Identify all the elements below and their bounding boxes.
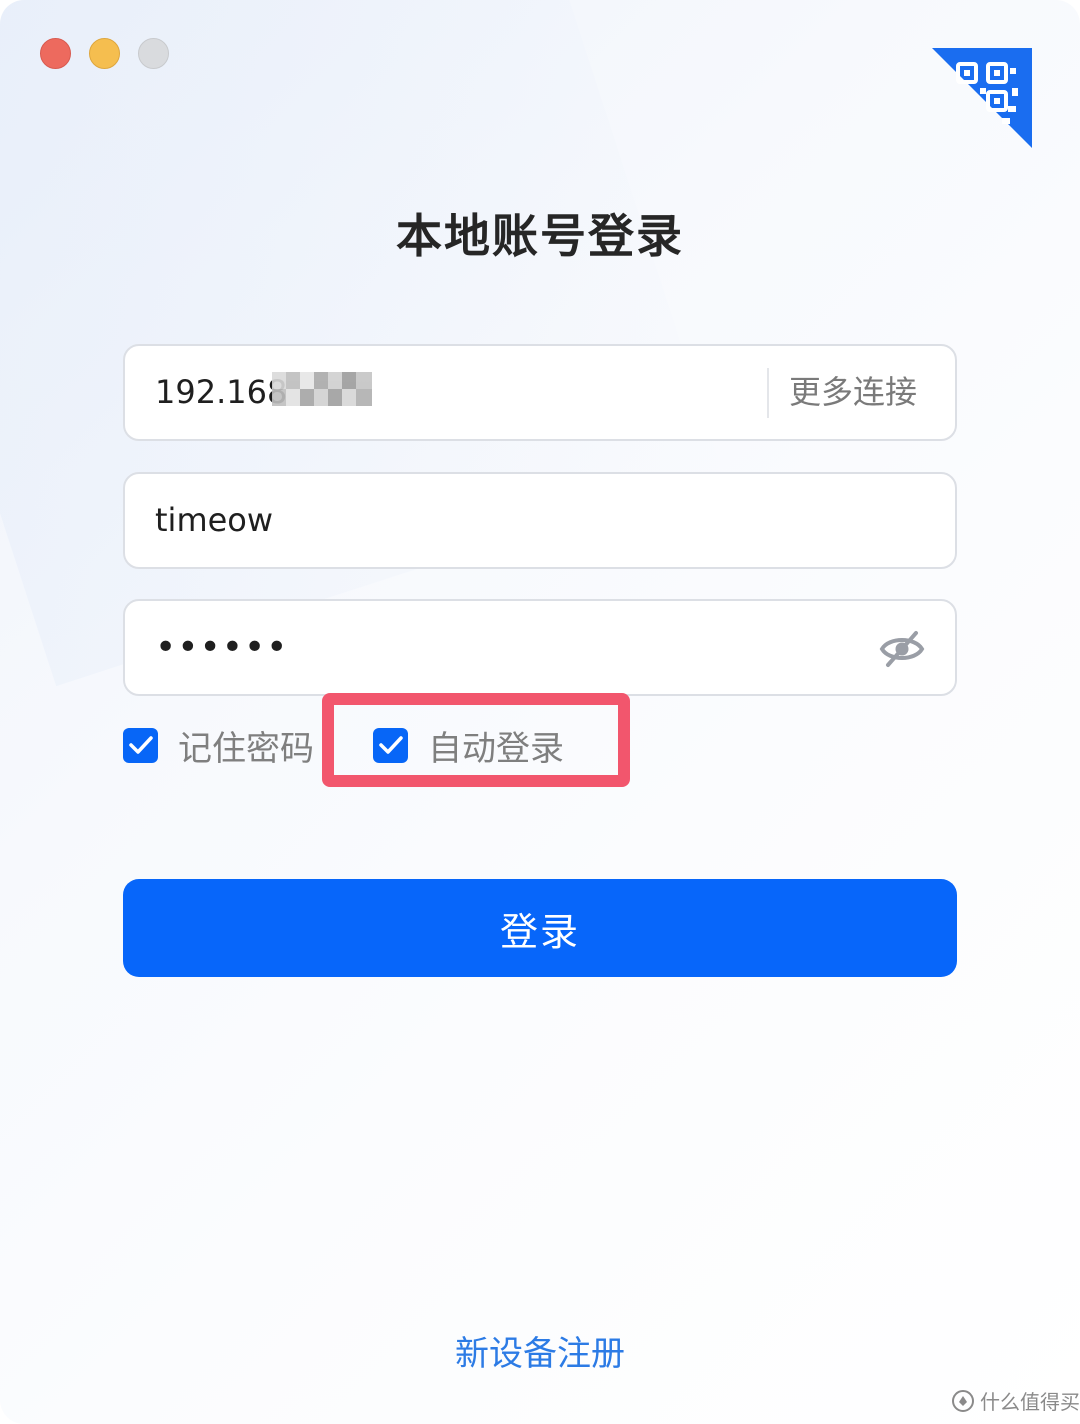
more-connections-button[interactable]: 更多连接 bbox=[789, 346, 917, 439]
close-window-button[interactable] bbox=[40, 38, 71, 69]
password-value[interactable]: •••••• bbox=[155, 601, 288, 694]
remember-password-label: 记住密码 bbox=[178, 728, 314, 769]
login-button[interactable]: 登录 bbox=[123, 879, 957, 977]
eye-off-icon[interactable] bbox=[879, 629, 925, 669]
password-field[interactable]: •••••• bbox=[123, 599, 957, 696]
server-address-field[interactable]: 192.168 更多连接 bbox=[123, 344, 957, 441]
new-device-register-link[interactable]: 新设备注册 bbox=[0, 1326, 1080, 1375]
annotation-highlight-box bbox=[322, 693, 630, 787]
server-address-value[interactable]: 192.168 bbox=[155, 346, 287, 439]
page-title: 本地账号登录 bbox=[396, 209, 684, 263]
maximize-window-button[interactable] bbox=[138, 38, 169, 69]
checkmark-icon bbox=[128, 736, 153, 754]
redacted-address-mask bbox=[272, 372, 372, 406]
watermark-text: 什么值得买 bbox=[980, 1390, 1080, 1414]
minimize-window-button[interactable] bbox=[89, 38, 120, 69]
login-window: 本地账号登录 192.168 更多连接 timeow •••••• 记住密码 自… bbox=[0, 0, 1080, 1424]
watermark-logo-icon bbox=[952, 1389, 974, 1412]
remember-password-option[interactable]: 记住密码 bbox=[123, 722, 314, 769]
username-value[interactable]: timeow bbox=[155, 474, 273, 567]
field-divider bbox=[767, 368, 769, 418]
watermark: 什么值得买 bbox=[952, 1386, 1080, 1415]
remember-password-checkbox[interactable] bbox=[123, 727, 158, 763]
window-controls bbox=[40, 38, 169, 69]
qr-code-icon[interactable] bbox=[932, 48, 1032, 148]
username-field[interactable]: timeow bbox=[123, 472, 957, 569]
